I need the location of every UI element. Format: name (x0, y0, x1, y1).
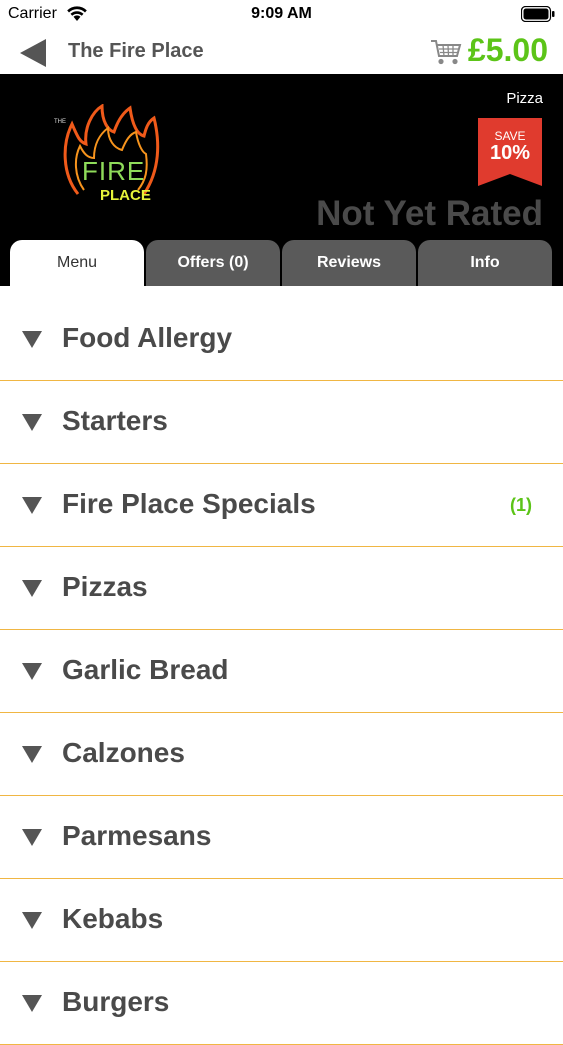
expand-triangle-icon (22, 746, 42, 763)
nav-title: The Fire Place (68, 40, 204, 62)
tab-offers[interactable]: Offers (0) (146, 240, 280, 286)
tab-info[interactable]: Info (418, 240, 552, 286)
menu-category-label: Calzones (62, 737, 185, 768)
tab-reviews[interactable]: Reviews (282, 240, 416, 286)
logo-fire-text: FIRE (82, 156, 145, 186)
save-label: SAVE (494, 129, 526, 143)
menu-category-food-allergy[interactable]: Food Allergy (0, 298, 563, 381)
menu-category-list: Food Allergy Starters Fire Place Special… (0, 298, 563, 1045)
menu-category-kebabs[interactable]: Kebabs (0, 879, 563, 962)
restaurant-logo: THE FIRE PLACE (54, 104, 160, 204)
menu-category-label: Parmesans (62, 820, 212, 851)
menu-category-parmesans[interactable]: Parmesans (0, 796, 563, 879)
cart-total[interactable]: £5.00 (468, 32, 548, 69)
menu-category-label: Food Allergy (62, 322, 233, 353)
menu-category-label: Kebabs (62, 903, 164, 934)
menu-category-label: Starters (62, 405, 168, 436)
logo-small-text: THE (54, 119, 66, 125)
menu-category-calzones[interactable]: Calzones (0, 713, 563, 796)
menu-category-label: Burgers (62, 986, 170, 1017)
battery-icon (521, 6, 555, 22)
cuisine-label: Pizza (506, 90, 543, 107)
menu-category-pizzas[interactable]: Pizzas (0, 547, 563, 630)
tab-menu[interactable]: Menu (10, 240, 144, 287)
menu-category-starters[interactable]: Starters (0, 381, 563, 464)
expand-triangle-icon (22, 829, 42, 846)
menu-category-label: Fire Place Specials (62, 488, 316, 519)
menu-category-label: Pizzas (62, 571, 148, 602)
rating-text: Not Yet Rated (316, 194, 543, 233)
back-arrow-icon[interactable] (20, 38, 48, 68)
expand-triangle-icon (22, 497, 42, 514)
menu-category-garlic-bread[interactable]: Garlic Bread (0, 630, 563, 713)
menu-category-count: (1) (510, 495, 532, 515)
expand-triangle-icon (22, 331, 42, 348)
expand-triangle-icon (22, 995, 42, 1012)
nav-bar: The Fire Place £5.00 (0, 30, 563, 74)
clock: 9:09 AM (251, 5, 312, 22)
expand-triangle-icon (22, 414, 42, 431)
menu-category-burgers[interactable]: Burgers (0, 962, 563, 1045)
save-value: 10% (489, 142, 531, 164)
expand-triangle-icon (22, 663, 42, 680)
expand-triangle-icon (22, 580, 42, 597)
menu-category-fire-place-specials[interactable]: Fire Place Specials (1) (0, 464, 563, 547)
expand-triangle-icon (22, 912, 42, 929)
status-bar: Carrier 9:09 AM (0, 0, 563, 30)
menu-category-label: Garlic Bread (62, 654, 229, 685)
logo-place-text: PLACE (100, 187, 151, 204)
cart-icon[interactable] (430, 38, 462, 66)
